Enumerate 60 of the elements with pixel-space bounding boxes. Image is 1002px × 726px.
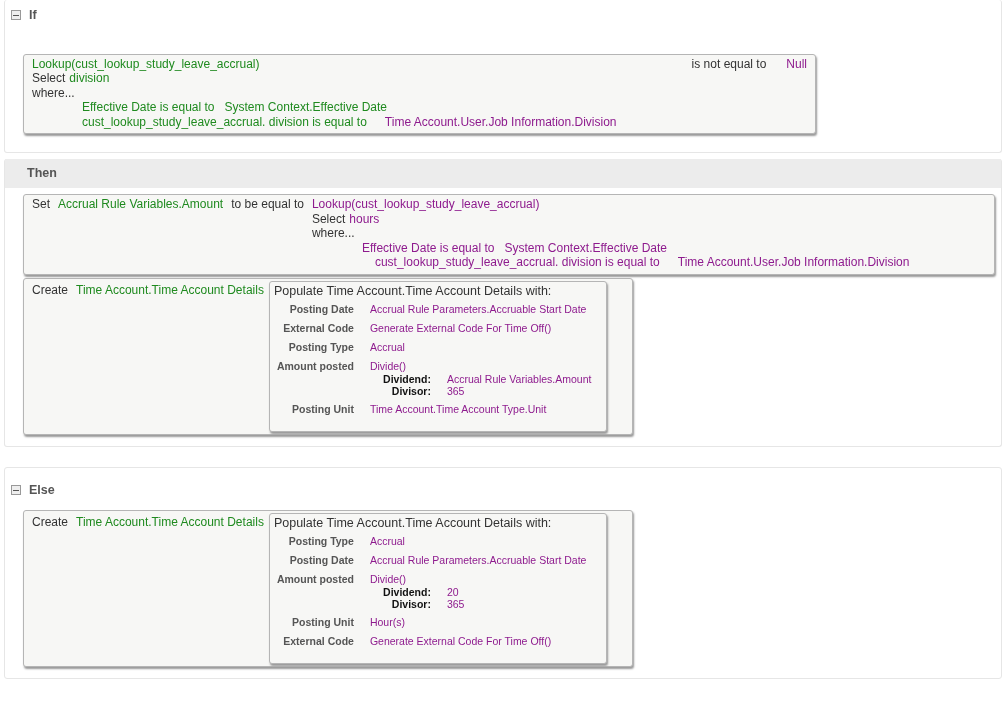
- field-value: Accrual Rule Parameters.Accruable Start Date: [369, 303, 587, 315]
- populate-title: Populate Time Account.Time Account Details with:: [273, 515, 553, 531]
- field-label: Posting Unit: [291, 615, 354, 630]
- action-target: Time Account.Time Account Details: [76, 282, 264, 297]
- field-value: Time Account.Time Account Type.Unit: [369, 403, 547, 415]
- where-label: where...: [311, 226, 356, 241]
- select-field: division: [69, 71, 110, 86]
- collapse-toggle-icon[interactable]: [11, 485, 21, 496]
- condition-operator: is not equal to: [691, 56, 767, 72]
- action-verb: Set: [32, 197, 50, 213]
- action-target: Time Account.Time Account Details: [76, 514, 264, 530]
- select-label: Select: [32, 71, 66, 86]
- field-label: Posting Date: [288, 553, 354, 568]
- argument-label: Divisor:: [390, 385, 431, 397]
- clause-value: Time Account.User.Job Information.Division: [384, 114, 617, 130]
- clause-condition: Effective Date is equal to: [82, 100, 215, 115]
- clause-condition: Effective Date is equal to: [361, 240, 495, 255]
- field-value: Hour(s): [369, 616, 405, 629]
- section-heading: If: [29, 7, 37, 24]
- section-heading: Then: [5, 159, 1001, 188]
- argument-label: Dividend:: [382, 586, 431, 599]
- connector-text: to be equal to: [231, 197, 304, 213]
- field-label: Posting Type: [287, 340, 354, 354]
- field-label: Amount posted: [275, 572, 354, 588]
- clause-condition: cust_lookup_study_leave_accrual. division is equal to: [82, 114, 367, 130]
- action-target: Accrual Rule Variables.Amount: [58, 197, 224, 213]
- argument-value: 365: [446, 385, 465, 397]
- field-value: Accrual Rule Parameters.Accruable Start Date: [369, 554, 587, 567]
- field-value: Accrual: [369, 535, 405, 548]
- select-label: Select: [311, 211, 346, 226]
- field-label: Posting Unit: [291, 402, 354, 416]
- section-heading: Else: [29, 482, 55, 499]
- clause-value: System Context.Effective Date: [504, 240, 667, 255]
- field-label: Posting Date: [288, 302, 354, 316]
- argument-value: 20: [446, 586, 459, 599]
- action-verb: Create: [32, 282, 69, 297]
- lookup-expression: Lookup(cust_lookup_study_leave_accrual): [32, 56, 260, 71]
- clause-value: Time Account.User.Job Information.Division: [677, 255, 910, 270]
- field-value: Generate External Code For Time Off(): [369, 322, 552, 334]
- argument-value: 365: [446, 598, 465, 611]
- action-verb: Create: [32, 514, 69, 530]
- clause-condition: cust_lookup_study_leave_accrual. division is equal to: [374, 255, 660, 270]
- select-field: hours: [349, 211, 380, 226]
- argument-value: Accrual Rule Variables.Amount: [446, 373, 592, 385]
- field-label: Amount posted: [275, 359, 354, 374]
- function-name: Divide(): [369, 359, 408, 373]
- collapse-toggle-icon[interactable]: [11, 10, 21, 21]
- field-label: External Code: [282, 321, 354, 335]
- argument-label: Dividend:: [382, 373, 431, 385]
- field-label: Posting Type: [287, 534, 354, 549]
- field-label: External Code: [282, 634, 354, 649]
- condition-value: Null: [786, 56, 807, 72]
- lookup-expression: Lookup(cust_lookup_study_leave_accrual): [311, 197, 540, 211]
- where-label: where...: [32, 85, 76, 101]
- field-value: Accrual: [369, 341, 405, 353]
- function-name: Divide(): [369, 572, 408, 587]
- clause-value: System Context.Effective Date: [224, 100, 388, 115]
- argument-label: Divisor:: [390, 598, 431, 611]
- field-value: Generate External Code For Time Off(): [369, 635, 552, 648]
- populate-title: Populate Time Account.Time Account Details with:: [273, 283, 553, 298]
